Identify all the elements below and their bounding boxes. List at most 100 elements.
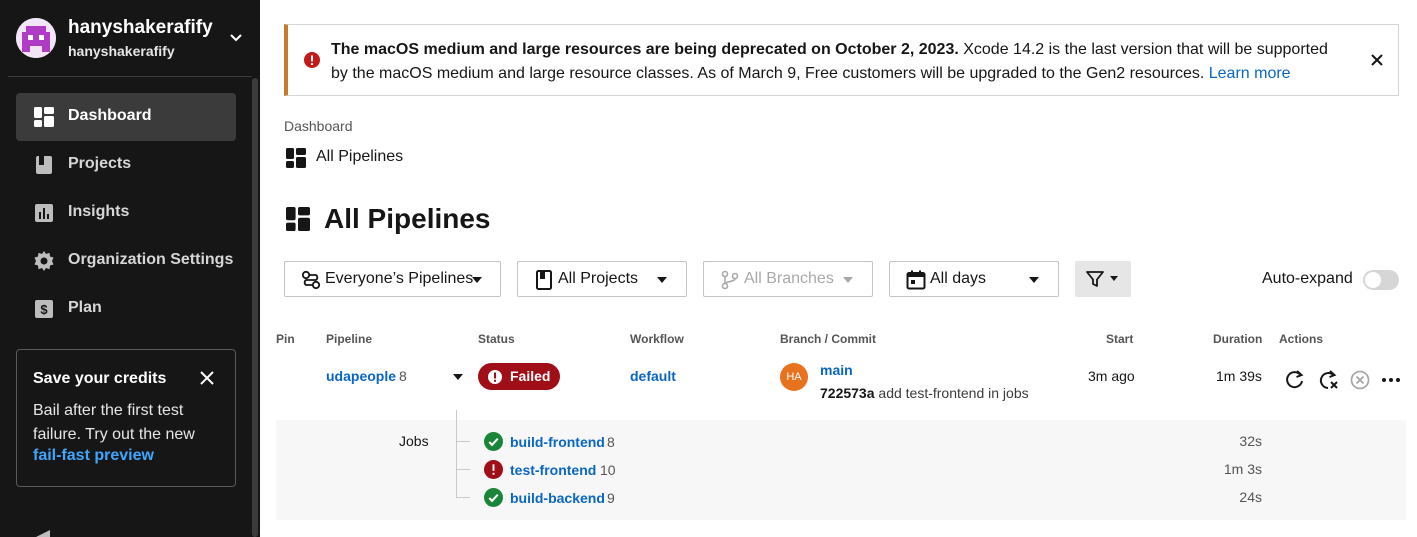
credits-body: Bail after the first test failure. Try o… <box>33 402 195 443</box>
caret-down-icon <box>1029 277 1039 283</box>
pipeline-project-link[interactable]: udapeople <box>326 368 396 384</box>
sidebar-item-dashboard[interactable]: Dashboard <box>16 93 236 141</box>
sidebar-item-organization-settings[interactable]: Organization Settings <box>16 237 236 285</box>
job-number: 10 <box>600 462 616 478</box>
column-header-pipeline: Pipeline <box>326 332 373 346</box>
rerun-icon[interactable] <box>1284 369 1306 391</box>
svg-text:$: $ <box>40 302 48 317</box>
more-filters-button[interactable] <box>1075 261 1131 297</box>
pipelines-filter-dropdown[interactable]: Everyone’s Pipelines <box>284 261 501 297</box>
job-duration: 24s <box>1239 489 1262 505</box>
learn-more-link[interactable]: Learn more <box>1209 65 1291 82</box>
commit-info: 722573a add test-frontend in jobs <box>820 385 1029 401</box>
pipelines-filter-label: Everyone’s Pipelines <box>325 270 474 287</box>
status-label: Failed <box>510 368 551 384</box>
jobs-tree-branch <box>456 441 470 442</box>
sidebar-item-label: Plan <box>68 299 102 316</box>
toggle-knob <box>1365 272 1381 288</box>
sidebar-item-label: Projects <box>68 155 132 172</box>
auto-expand-label: Auto-expand <box>1262 270 1353 287</box>
sidebar-item-plan[interactable]: $ Plan <box>16 285 236 333</box>
commit-hash[interactable]: 722573a <box>820 385 875 401</box>
fail-fast-preview-link[interactable]: fail-fast preview <box>33 447 154 465</box>
page-title: All Pipelines <box>324 203 491 234</box>
status-badge: Failed <box>478 363 560 390</box>
sidebar-divider <box>8 76 252 77</box>
caret-down-icon <box>472 277 482 283</box>
dashboard-icon <box>286 148 306 168</box>
error-icon <box>488 370 502 384</box>
jobs-tree-branch <box>456 497 470 498</box>
branch-icon <box>721 270 739 290</box>
avatar <box>16 18 56 58</box>
error-icon <box>304 52 320 68</box>
projects-icon <box>36 156 52 174</box>
column-header-workflow: Workflow <box>630 332 684 346</box>
dashboard-icon <box>34 107 54 127</box>
column-header-start: Start <box>1106 332 1134 346</box>
banner-message: The macOS medium and large resources are… <box>331 38 1341 86</box>
days-filter-dropdown[interactable]: All days <box>889 261 1059 297</box>
jobs-tree-line <box>456 410 457 498</box>
close-icon[interactable] <box>199 370 215 386</box>
workflow-link[interactable]: default <box>630 368 676 384</box>
job-duration: 1m 3s <box>1223 461 1262 477</box>
job-link[interactable]: build-frontend <box>510 434 605 450</box>
column-header-status: Status <box>478 332 515 346</box>
pipelines-icon <box>301 270 321 290</box>
column-header-actions: Actions <box>1279 332 1324 346</box>
days-filter-label: All days <box>930 270 987 287</box>
error-icon <box>484 460 503 479</box>
filter-icon <box>1086 271 1104 287</box>
start-time: 3m ago <box>1088 368 1135 384</box>
column-header-duration: Duration <box>1213 332 1263 346</box>
calendar-icon <box>906 270 926 290</box>
sidebar-item-label: Organization Settings <box>68 251 234 268</box>
breadcrumb-current: All Pipelines <box>316 148 404 165</box>
insights-icon <box>35 204 53 222</box>
commit-message: add test-frontend in jobs <box>878 385 1029 401</box>
jobs-tree-branch <box>456 469 470 470</box>
branches-filter-label: All Branches <box>744 270 834 287</box>
banner-bold-text: The macOS medium and large resources are… <box>331 41 959 58</box>
projects-filter-label: All Projects <box>558 270 639 287</box>
user-switcher[interactable]: hanyshakerafify hanyshakerafify <box>16 16 252 60</box>
success-icon <box>484 432 503 451</box>
job-duration: 32s <box>1239 433 1262 449</box>
avatar: HA <box>780 363 808 391</box>
deprecation-banner: The macOS medium and large resources are… <box>284 24 1399 96</box>
caret-down-icon <box>657 277 667 283</box>
branches-filter-dropdown: All Branches <box>703 261 873 297</box>
job-link[interactable]: test-frontend <box>510 462 596 478</box>
pipeline-number: 8 <box>399 368 407 384</box>
more-options-icon[interactable] <box>1380 369 1402 391</box>
breadcrumb[interactable]: Dashboard <box>284 118 353 134</box>
job-number: 9 <box>607 490 615 506</box>
branch-link[interactable]: main <box>820 362 853 378</box>
expand-caret-icon[interactable] <box>453 374 463 380</box>
success-icon <box>484 488 503 507</box>
chevron-down-icon[interactable] <box>228 29 244 45</box>
projects-icon <box>536 270 552 290</box>
sidebar-item-projects[interactable]: Projects <box>16 141 236 189</box>
projects-filter-dropdown[interactable]: All Projects <box>517 261 687 297</box>
job-number: 8 <box>607 434 615 450</box>
column-header-pin: Pin <box>276 332 295 346</box>
caret-down-icon <box>843 277 853 283</box>
close-icon[interactable] <box>1369 52 1385 68</box>
auto-expand-toggle[interactable] <box>1363 270 1399 290</box>
sidebar-item-insights[interactable]: Insights <box>16 189 236 237</box>
dashboard-icon <box>286 207 310 231</box>
duration: 1m 39s <box>1216 368 1262 384</box>
cancel-icon <box>1350 370 1370 390</box>
credits-title: Save your credits <box>33 370 167 387</box>
column-header-branch-commit: Branch / Commit <box>780 332 877 346</box>
gear-icon <box>34 251 54 271</box>
job-link[interactable]: build-backend <box>510 490 605 506</box>
credits-card: Save your credits Bail after the first t… <box>16 349 236 487</box>
org-name: hanyshakerafify <box>68 43 175 59</box>
megaphone-icon <box>36 530 50 537</box>
sidebar-scrollbar[interactable] <box>252 78 258 537</box>
caret-down-icon <box>1110 276 1118 281</box>
rerun-failed-icon[interactable] <box>1317 369 1339 391</box>
